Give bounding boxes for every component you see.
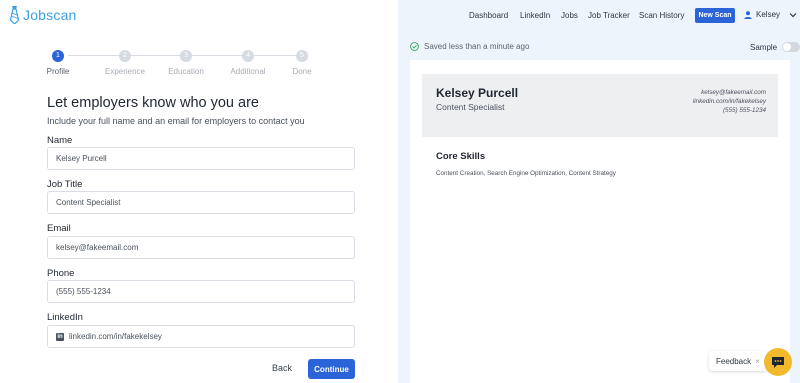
continue-button[interactable]: Continue: [308, 359, 355, 379]
nav-job-tracker[interactable]: Job Tracker: [588, 11, 630, 20]
step-label: Profile: [46, 67, 70, 76]
phone-field-box: [47, 280, 355, 303]
resume-section-title: Core Skills: [436, 151, 486, 162]
job-title-input[interactable]: [56, 198, 346, 207]
name-input[interactable]: [56, 154, 346, 163]
feedback-button[interactable]: Feedback ×: [709, 351, 767, 371]
sample-label: Sample: [750, 42, 778, 52]
save-status-text: Saved less than a minute ago: [424, 42, 530, 51]
user-menu[interactable]: Kelsey: [744, 10, 797, 19]
check-circle-icon: [410, 42, 419, 51]
tie-icon: [10, 6, 19, 24]
save-status: Saved less than a minute ago: [410, 42, 529, 51]
preview-panel: Dashboard LinkedIn Jobs Job Tracker Scan…: [398, 0, 800, 383]
phone-label: Phone: [47, 268, 75, 279]
linkedin-input[interactable]: [69, 332, 346, 341]
resume-title: Content Specialist: [436, 102, 505, 112]
step-done[interactable]: 5 Done: [272, 50, 332, 76]
step-number: 5: [296, 50, 308, 62]
name-label: Name: [47, 135, 73, 146]
step-number: 3: [180, 50, 192, 62]
page-title: Let employers know who you are: [47, 95, 259, 111]
job-title-label: Job Title: [47, 179, 83, 190]
nav-jobs[interactable]: Jobs: [561, 11, 578, 20]
job-title-field-box: [47, 191, 355, 214]
chat-icon: [772, 356, 784, 368]
step-number: 1: [52, 50, 64, 62]
step-education[interactable]: 3 Education: [156, 50, 216, 76]
resume-skills: Content Creation, Search Engine Optimiza…: [436, 170, 616, 177]
user-name: Kelsey: [756, 10, 781, 19]
resume-phone: (555) 555-1234: [722, 107, 766, 114]
feedback-close-icon[interactable]: ×: [755, 357, 760, 366]
resume-preview: Kelsey Purcell Content Specialist kelsey…: [410, 60, 790, 383]
nav-linkedin[interactable]: LinkedIn: [520, 11, 550, 20]
step-number: 4: [242, 50, 254, 62]
step-label: Additional: [230, 67, 266, 76]
back-button[interactable]: Back: [272, 363, 292, 373]
step-label: Experience: [104, 67, 146, 76]
nav-dashboard[interactable]: Dashboard: [469, 11, 508, 20]
name-field-box: [47, 147, 355, 170]
step-additional[interactable]: 4 Additional: [218, 50, 278, 76]
progress-stepper: 1 Profile 2 Experience 3 Education 4 Add…: [28, 50, 328, 82]
chat-launcher[interactable]: [764, 348, 792, 376]
email-label: Email: [47, 223, 71, 234]
step-profile[interactable]: 1 Profile: [28, 50, 88, 76]
nav-scan-history[interactable]: Scan History: [639, 11, 684, 20]
resume-name: Kelsey Purcell: [436, 86, 519, 100]
resume-email: kelsey@fakeemail.com: [701, 89, 766, 96]
feedback-label: Feedback: [716, 356, 752, 366]
phone-input[interactable]: [56, 287, 346, 296]
chevron-down-icon: [789, 12, 797, 17]
page-subtitle: Include your full name and an email for …: [47, 116, 305, 126]
brand-name: Jobscan: [23, 7, 77, 23]
sample-toggle-wrap: Sample: [750, 42, 800, 52]
top-navigation: Dashboard LinkedIn Jobs Job Tracker Scan…: [398, 0, 800, 32]
email-field-box: [47, 236, 355, 259]
resume-contact: kelsey@fakeemail.com linkedin.com/in/fak…: [693, 88, 766, 115]
resume-header: Kelsey Purcell Content Specialist kelsey…: [422, 74, 778, 137]
sample-toggle[interactable]: [782, 42, 800, 52]
linkedin-field-box: in: [47, 325, 355, 348]
user-icon: [744, 10, 752, 19]
step-label: Education: [168, 67, 204, 76]
jobscan-logo[interactable]: Jobscan: [10, 6, 77, 24]
email-input[interactable]: [56, 243, 346, 252]
form-panel: Jobscan 1 Profile 2 Experience 3 Educati…: [0, 0, 398, 383]
new-scan-button[interactable]: New Scan: [695, 8, 735, 23]
step-number: 2: [119, 50, 131, 62]
step-label: Done: [292, 67, 312, 76]
linkedin-label: LinkedIn: [47, 312, 83, 323]
resume-linkedin: linkedin.com/in/fakekelsey: [692, 98, 766, 105]
linkedin-icon: in: [56, 332, 64, 341]
step-experience[interactable]: 2 Experience: [95, 50, 155, 76]
